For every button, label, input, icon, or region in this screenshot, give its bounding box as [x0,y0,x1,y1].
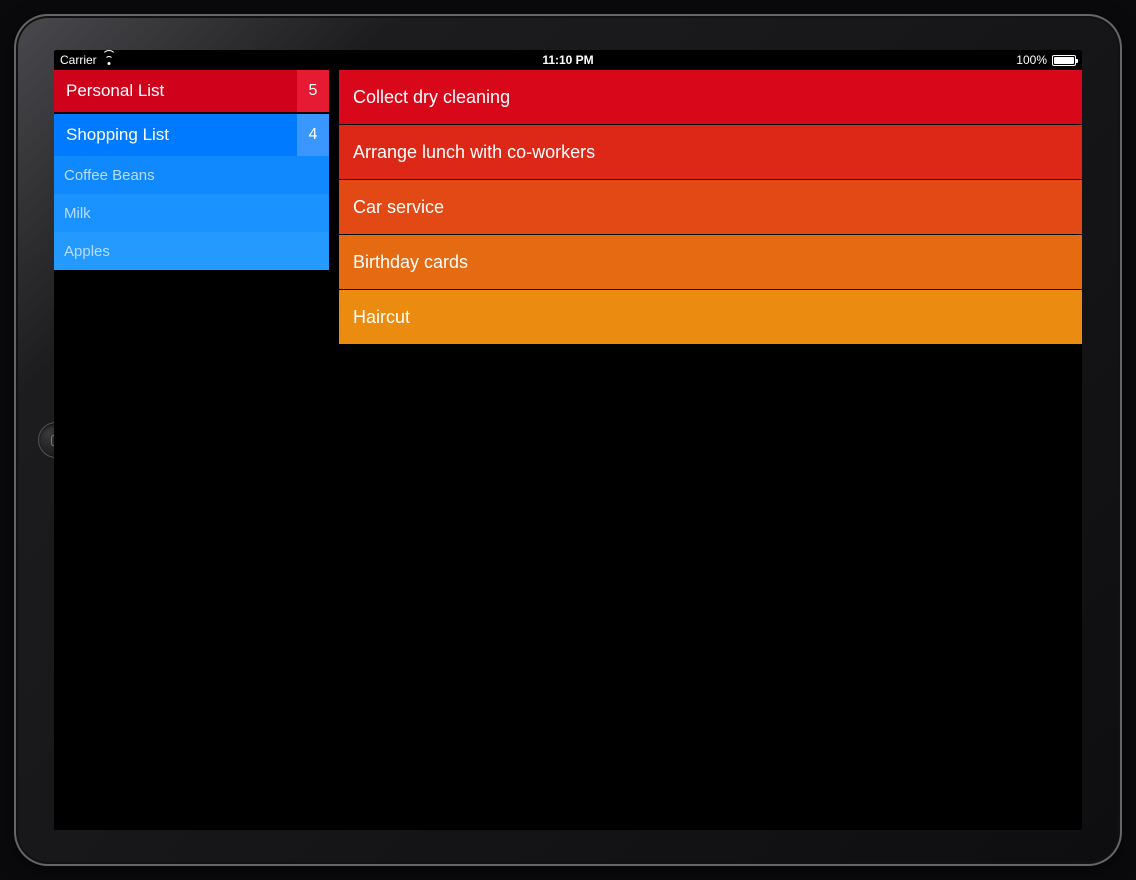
status-bar: Carrier 11:10 PM 100% [54,50,1082,70]
sidebar: Personal List 5 Shopping List 4 Coffee B… [54,70,329,830]
sidebar-list-count-badge: 4 [297,114,329,156]
task-row[interactable]: Arrange lunch with co-workers [339,125,1082,179]
sidebar-list-personal[interactable]: Personal List 5 [54,70,329,112]
app-root: Personal List 5 Shopping List 4 Coffee B… [54,70,1082,830]
sidebar-list-label: Shopping List [66,125,169,145]
sidebar-subitem-label: Apples [64,243,110,260]
sidebar-list-shopping[interactable]: Shopping List 4 [54,114,329,156]
task-row[interactable]: Collect dry cleaning [339,70,1082,124]
sidebar-subitem-label: Milk [64,205,91,222]
task-title: Collect dry cleaning [353,87,510,108]
main-task-list: Collect dry cleaning Arrange lunch with … [339,70,1082,830]
task-row[interactable]: Car service [339,180,1082,234]
carrier-label: Carrier [60,53,97,67]
task-title: Birthday cards [353,252,468,273]
task-row[interactable]: Birthday cards [339,235,1082,289]
task-title: Arrange lunch with co-workers [353,142,595,163]
clock-label: 11:10 PM [542,53,593,67]
sidebar-subitems: Coffee Beans Milk Apples [54,156,329,270]
sidebar-subitem[interactable]: Apples [54,232,329,270]
sidebar-list-label: Personal List [66,81,164,101]
sidebar-list-count-badge: 5 [297,70,329,112]
task-title: Car service [353,197,444,218]
ipad-frame: Carrier 11:10 PM 100% Personal List 5 [14,14,1122,866]
screen: Carrier 11:10 PM 100% Personal List 5 [54,50,1082,830]
wifi-icon [102,55,116,65]
sidebar-subitem[interactable]: Milk [54,194,329,232]
task-row[interactable]: Haircut [339,290,1082,344]
status-left: Carrier [60,53,116,67]
battery-icon [1052,55,1076,66]
status-right: 100% [1016,53,1076,67]
task-title: Haircut [353,307,410,328]
sidebar-subitem[interactable]: Coffee Beans [54,156,329,194]
sidebar-subitem-label: Coffee Beans [64,167,155,184]
battery-percent-label: 100% [1016,53,1047,67]
